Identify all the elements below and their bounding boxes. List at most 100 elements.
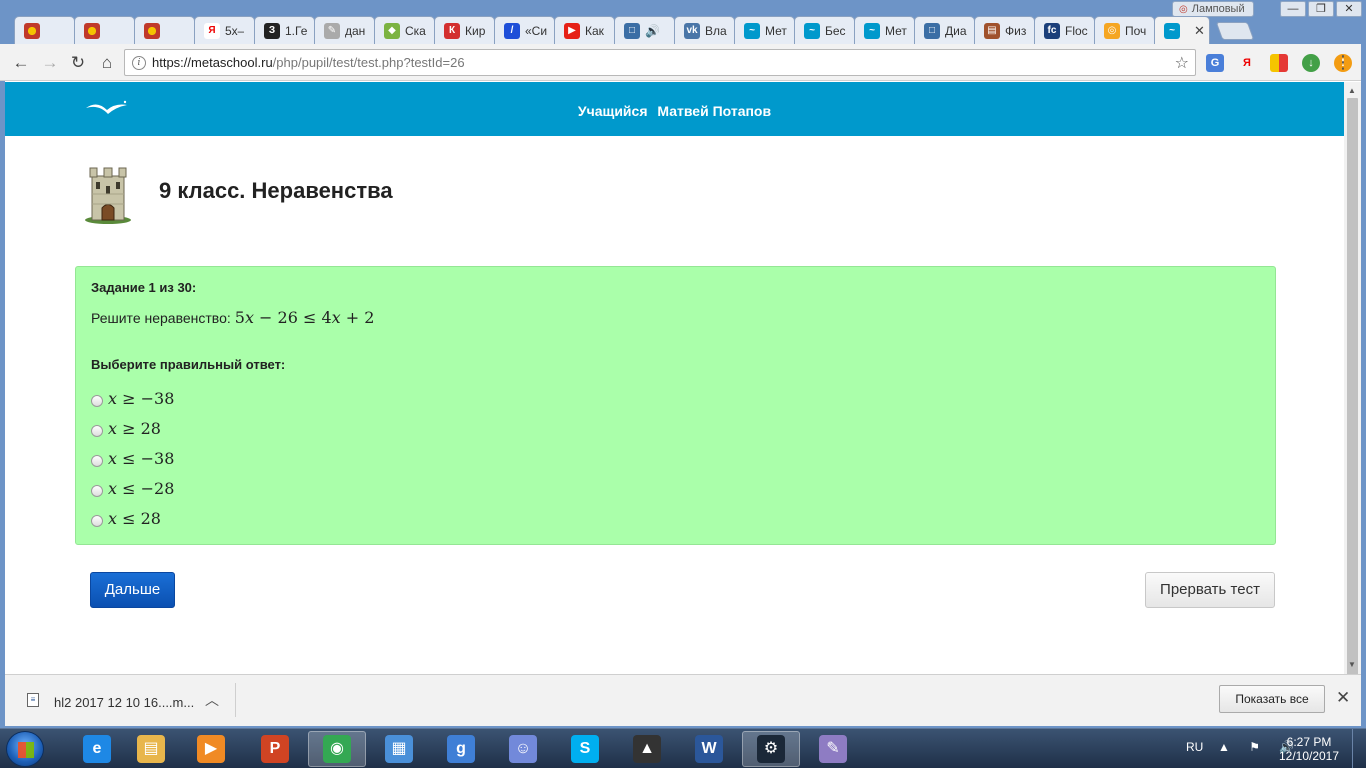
scroll-down-icon[interactable]: ▼ (1348, 660, 1356, 669)
taskbar-app-button[interactable]: ▶ (182, 731, 240, 767)
browser-tab[interactable]: ~ Мет (854, 16, 915, 44)
tab-title: Вла (705, 23, 727, 38)
answer-variable: x (108, 448, 118, 468)
taskbar-app-button[interactable]: P (246, 731, 304, 767)
taskbar-app-button[interactable]: ▤ (122, 731, 180, 767)
chevron-up-icon[interactable]: ︿ (205, 690, 219, 710)
taskbar-app-button[interactable]: ▦ (370, 731, 428, 767)
browser-tab[interactable]: ~ ✕ (1154, 16, 1210, 44)
taskbar-app-button[interactable]: ⚙ (742, 731, 800, 767)
tab-favicon-icon: / (504, 22, 520, 39)
taskbar-app-button[interactable]: ✎ (804, 731, 862, 767)
tab-favicon-icon: З (264, 22, 280, 39)
new-tab-button[interactable] (1215, 22, 1255, 40)
answer-radio[interactable] (91, 425, 103, 437)
user-role: Учащийся (577, 103, 648, 119)
next-button[interactable]: Дальше (90, 572, 175, 608)
answer-relation: ≥ −38 (117, 388, 175, 408)
answer-radio[interactable] (91, 455, 103, 467)
tab-title: Кир (465, 23, 486, 38)
show-all-downloads-button[interactable]: Показать все (1219, 685, 1325, 713)
answer-option[interactable]: x ≥ 28 (91, 413, 1260, 443)
browser-tab[interactable] (134, 16, 195, 44)
answer-radio[interactable] (91, 485, 103, 497)
browser-tab[interactable]: □ Диа (914, 16, 975, 44)
address-bar[interactable]: i https://metaschool.ru /php/pupil/test/… (124, 49, 1196, 76)
language-indicator[interactable]: RU (1186, 740, 1203, 754)
answer-option[interactable]: x ≤ −28 (91, 473, 1260, 503)
question-prefix: Решите неравенство: (91, 310, 231, 326)
profile-badge[interactable]: ◎ Ламповый (1172, 1, 1254, 17)
show-desktop-button[interactable] (1352, 729, 1366, 768)
tab-favicon-icon: □ (924, 22, 940, 39)
start-button[interactable] (6, 731, 44, 767)
tab-favicon-icon: Я (204, 22, 220, 39)
browser-tab[interactable]: vk Вла (674, 16, 735, 44)
browser-tab-strip: ◎ Ламповый — ❐ ✕ Я 5x– З 1.Ге ✎ дан ◆ Ска К Кир / «… (0, 0, 1366, 44)
answer-variable: x (108, 418, 118, 438)
maximize-button[interactable]: ❐ (1308, 1, 1334, 17)
scroll-up-icon[interactable]: ▲ (1348, 86, 1356, 95)
browser-tab[interactable] (14, 16, 75, 44)
answer-radio[interactable] (91, 395, 103, 407)
answer-option[interactable]: x ≤ 28 (91, 503, 1260, 533)
home-icon[interactable]: ⌂ (96, 52, 118, 74)
tab-favicon-icon: ▤ (984, 22, 1000, 39)
bookmark-ext-icon[interactable] (1270, 54, 1288, 72)
tab-favicon-icon (84, 22, 100, 39)
browser-tab[interactable]: ~ Бес (794, 16, 855, 44)
minimize-button[interactable]: — (1280, 1, 1306, 17)
stop-test-button[interactable]: Прервать тест (1145, 572, 1275, 608)
taskbar-app-button[interactable]: e (68, 731, 126, 767)
page-scrollbar[interactable]: ▲ ▼ (1344, 82, 1361, 676)
taskbar-app-button[interactable]: g (432, 731, 490, 767)
tab-title: дан (345, 23, 366, 38)
close-icon[interactable]: ✕ (1336, 688, 1350, 708)
answer-radio[interactable] (91, 515, 103, 527)
info-icon[interactable]: i (132, 55, 146, 70)
browser-tab[interactable]: К Кир (434, 16, 495, 44)
scroll-thumb[interactable] (1347, 98, 1358, 676)
browser-tab[interactable]: ▤ Физ (974, 16, 1035, 44)
clock-time: 6:27 PM (1286, 735, 1332, 749)
browser-tab[interactable]: fc Floc (1034, 16, 1095, 44)
taskbar-app-button[interactable]: ▲ (618, 731, 676, 767)
browser-tab[interactable]: ▶ Как (554, 16, 615, 44)
tab-favicon-icon: vk (684, 22, 700, 39)
tab-title: 1.Ге (285, 23, 308, 38)
reload-icon[interactable]: ↻ (67, 52, 89, 74)
browser-tab[interactable]: □ 🔊 (614, 16, 675, 44)
browser-tab[interactable]: З 1.Ге (254, 16, 315, 44)
file-icon: ≡ (27, 693, 39, 707)
browser-tab[interactable]: Я 5x– (194, 16, 255, 44)
arma-icon: ▲ (633, 735, 661, 763)
close-window-button[interactable]: ✕ (1336, 1, 1362, 17)
taskbar-app-button[interactable]: ☺ (494, 731, 552, 767)
tab-close-icon[interactable]: ✕ (1194, 23, 1205, 39)
answer-formula: x ≥ 28 (108, 419, 161, 438)
browser-tab[interactable]: ◎ Поч (1094, 16, 1155, 44)
download-file-name[interactable]: hl2 2017 12 10 16....m... (54, 695, 194, 710)
menu-icon[interactable]: ⋮ (1334, 53, 1352, 71)
browser-tab[interactable]: ~ Мет (734, 16, 795, 44)
browser-tab[interactable]: ◆ Ска (374, 16, 435, 44)
browser-toolbar: ← → ↻ ⌂ i https://metaschool.ru /php/pup… (0, 44, 1366, 81)
clock[interactable]: 6:27 PM 12/10/2017 (1276, 735, 1342, 763)
browser-tab[interactable]: ✎ дан (314, 16, 375, 44)
taskbar-app-button[interactable]: W (680, 731, 738, 767)
taskbar-app-button[interactable]: S (556, 731, 614, 767)
browser-tab[interactable]: / «Си (494, 16, 555, 44)
answer-option[interactable]: x ≥ −38 (91, 383, 1260, 413)
answer-formula: x ≤ 28 (108, 509, 161, 528)
forward-icon[interactable]: → (39, 52, 61, 74)
yandex-icon[interactable]: Я (1238, 54, 1256, 72)
answer-option[interactable]: x ≤ −38 (91, 443, 1260, 473)
bookmark-star-icon[interactable]: ☆ (1175, 53, 1189, 73)
browser-tab[interactable] (74, 16, 135, 44)
taskbar-app-button[interactable]: ◉ (308, 731, 366, 767)
back-icon[interactable]: ← (10, 52, 32, 74)
word-icon: W (695, 735, 723, 763)
tab-title: Диа (945, 23, 967, 38)
download-ext-icon[interactable]: ↓ (1302, 54, 1320, 72)
translate-icon[interactable]: G (1206, 54, 1224, 72)
